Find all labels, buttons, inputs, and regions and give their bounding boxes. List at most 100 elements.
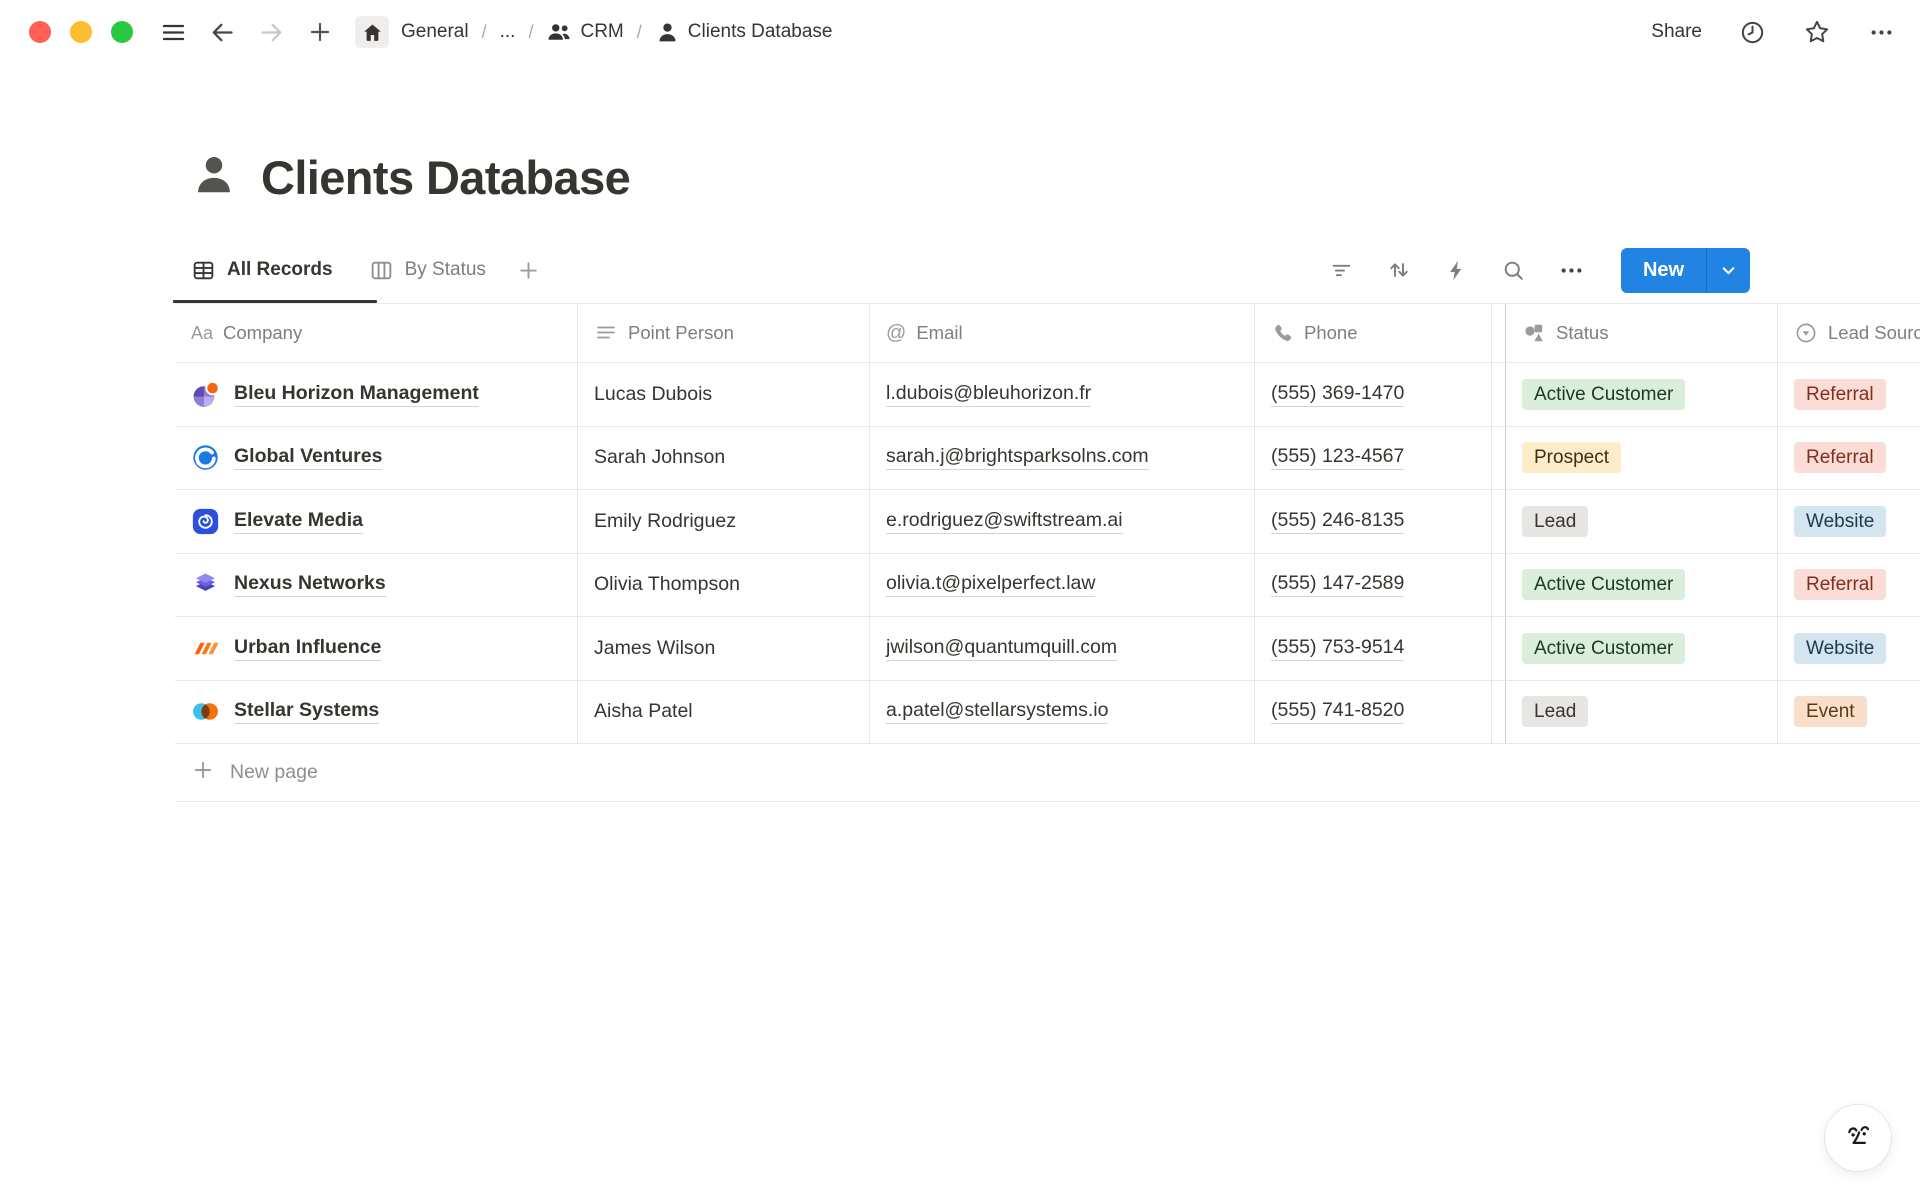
column-header-lead-source[interactable]: Lead Source xyxy=(1778,304,1920,362)
cell-point-person[interactable]: Aisha Patel xyxy=(578,681,870,744)
lead-source-badge[interactable]: Referral xyxy=(1794,442,1886,473)
company-link[interactable]: Global Ventures xyxy=(234,445,382,470)
status-badge[interactable]: Prospect xyxy=(1522,442,1621,473)
cell-phone[interactable]: (555) 369-1470 xyxy=(1255,363,1492,426)
cell-email[interactable]: l.dubois@bleuhorizon.fr xyxy=(870,363,1255,426)
clock-icon[interactable] xyxy=(1739,19,1766,46)
company-link[interactable]: Stellar Systems xyxy=(234,699,379,724)
company-link[interactable]: Elevate Media xyxy=(234,509,363,534)
minimize-window-button[interactable] xyxy=(70,21,92,43)
email-link[interactable]: jwilson@quantumquill.com xyxy=(886,636,1117,661)
lightning-icon[interactable] xyxy=(1444,258,1469,283)
company-link[interactable]: Urban Influence xyxy=(234,636,381,661)
cell-status[interactable]: Prospect xyxy=(1506,427,1778,490)
new-button-label[interactable]: New xyxy=(1621,248,1706,293)
cell-company[interactable]: Elevate Media xyxy=(175,490,578,553)
add-view-icon[interactable] xyxy=(516,258,541,283)
cell-company[interactable]: Stellar Systems xyxy=(175,681,578,744)
tab-by-status[interactable]: By Status xyxy=(369,258,486,283)
cell-company[interactable]: Nexus Networks xyxy=(175,554,578,617)
cell-status[interactable]: Lead xyxy=(1506,681,1778,744)
forward-icon[interactable] xyxy=(257,18,285,46)
cell-email[interactable]: sarah.j@brightsparksolns.com xyxy=(870,427,1255,490)
cell-phone[interactable]: (555) 147-2589 xyxy=(1255,554,1492,617)
back-icon[interactable] xyxy=(208,18,236,46)
cell-email[interactable]: olivia.t@pixelperfect.law xyxy=(870,554,1255,617)
status-badge[interactable]: Active Customer xyxy=(1522,569,1685,600)
lead-source-badge[interactable]: Referral xyxy=(1794,379,1886,410)
phone-link[interactable]: (555) 741-8520 xyxy=(1271,699,1404,724)
close-window-button[interactable] xyxy=(29,21,51,43)
search-icon[interactable] xyxy=(1501,258,1526,283)
email-link[interactable]: olivia.t@pixelperfect.law xyxy=(886,572,1095,597)
cell-company[interactable]: Urban Influence xyxy=(175,617,578,680)
email-link[interactable]: sarah.j@brightsparksolns.com xyxy=(886,445,1149,470)
sidebar-menu-icon[interactable] xyxy=(159,18,187,46)
new-page-row[interactable]: New page xyxy=(175,744,1920,802)
cell-company[interactable]: Bleu Horizon Management xyxy=(175,363,578,426)
phone-link[interactable]: (555) 147-2589 xyxy=(1271,572,1404,597)
cell-phone[interactable]: (555) 123-4567 xyxy=(1255,427,1492,490)
cell-phone[interactable]: (555) 246-8135 xyxy=(1255,490,1492,553)
cell-email[interactable]: a.patel@stellarsystems.io xyxy=(870,681,1255,744)
cell-email[interactable]: e.rodriguez@swiftstream.ai xyxy=(870,490,1255,553)
cell-point-person[interactable]: Sarah Johnson xyxy=(578,427,870,490)
cell-lead-source[interactable]: Event xyxy=(1778,681,1920,744)
cell-lead-source[interactable]: Referral xyxy=(1778,554,1920,617)
cell-status[interactable]: Active Customer xyxy=(1506,363,1778,426)
email-link[interactable]: e.rodriguez@swiftstream.ai xyxy=(886,509,1123,534)
notion-ai-button[interactable] xyxy=(1824,1104,1892,1172)
cell-status[interactable]: Active Customer xyxy=(1506,554,1778,617)
status-badge[interactable]: Active Customer xyxy=(1522,633,1685,664)
status-badge[interactable]: Active Customer xyxy=(1522,379,1685,410)
cell-point-person[interactable]: Lucas Dubois xyxy=(578,363,870,426)
column-header-email[interactable]: @Email xyxy=(870,304,1255,362)
sort-icon[interactable] xyxy=(1386,257,1412,283)
cell-email[interactable]: jwilson@quantumquill.com xyxy=(870,617,1255,680)
share-button[interactable]: Share xyxy=(1651,21,1702,43)
cell-point-person[interactable]: Olivia Thompson xyxy=(578,554,870,617)
more-options-icon[interactable] xyxy=(1868,19,1895,46)
phone-link[interactable]: (555) 123-4567 xyxy=(1271,445,1404,470)
cell-lead-source[interactable]: Website xyxy=(1778,617,1920,680)
new-record-button[interactable]: New xyxy=(1621,248,1750,293)
cell-lead-source[interactable]: Referral xyxy=(1778,427,1920,490)
column-header-company[interactable]: AaCompany xyxy=(175,304,578,362)
cell-phone[interactable]: (555) 753-9514 xyxy=(1255,617,1492,680)
page-title[interactable]: Clients Database xyxy=(261,150,630,205)
star-icon[interactable] xyxy=(1803,18,1831,46)
phone-link[interactable]: (555) 369-1470 xyxy=(1271,382,1404,407)
status-badge[interactable]: Lead xyxy=(1522,506,1588,537)
cell-status[interactable]: Active Customer xyxy=(1506,617,1778,680)
email-link[interactable]: l.dubois@bleuhorizon.fr xyxy=(886,382,1091,407)
lead-source-badge[interactable]: Website xyxy=(1794,506,1886,537)
new-tab-icon[interactable] xyxy=(306,18,334,46)
cell-lead-source[interactable]: Website xyxy=(1778,490,1920,553)
home-icon[interactable] xyxy=(355,16,389,48)
column-header-phone[interactable]: Phone xyxy=(1255,304,1492,362)
cell-point-person[interactable]: Emily Rodriguez xyxy=(578,490,870,553)
phone-link[interactable]: (555) 753-9514 xyxy=(1271,636,1404,661)
cell-company[interactable]: Global Ventures xyxy=(175,427,578,490)
company-link[interactable]: Nexus Networks xyxy=(234,572,386,597)
lead-source-badge[interactable]: Event xyxy=(1794,696,1867,727)
lead-source-badge[interactable]: Website xyxy=(1794,633,1886,664)
new-button-chevron-down-icon[interactable] xyxy=(1707,248,1750,293)
email-link[interactable]: a.patel@stellarsystems.io xyxy=(886,699,1108,724)
breadcrumb-item-crm[interactable]: CRM xyxy=(546,19,623,45)
zoom-window-button[interactable] xyxy=(111,21,133,43)
breadcrumb-item-general[interactable]: General xyxy=(401,21,469,43)
column-header-point-person[interactable]: Point Person xyxy=(578,304,870,362)
column-header-status[interactable]: Status xyxy=(1506,304,1778,362)
company-link[interactable]: Bleu Horizon Management xyxy=(234,382,479,407)
phone-link[interactable]: (555) 246-8135 xyxy=(1271,509,1404,534)
cell-lead-source[interactable]: Referral xyxy=(1778,363,1920,426)
more-icon[interactable] xyxy=(1558,257,1585,284)
lead-source-badge[interactable]: Referral xyxy=(1794,569,1886,600)
cell-phone[interactable]: (555) 741-8520 xyxy=(1255,681,1492,744)
status-badge[interactable]: Lead xyxy=(1522,696,1588,727)
filter-icon[interactable] xyxy=(1329,258,1354,283)
cell-point-person[interactable]: James Wilson xyxy=(578,617,870,680)
tab-all-records[interactable]: All Records xyxy=(191,258,333,283)
breadcrumb-item-clients-database[interactable]: Clients Database xyxy=(655,20,833,45)
